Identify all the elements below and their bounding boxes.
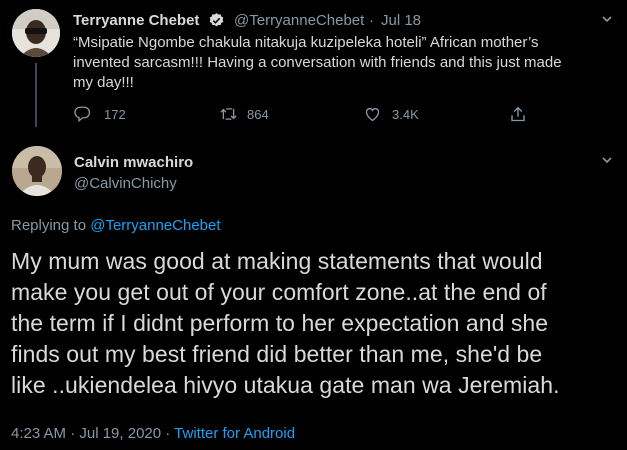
- main-avatar[interactable]: [12, 146, 62, 196]
- main-tweet: Calvin mwachiro @CalvinChichy Replying t…: [0, 130, 627, 450]
- parent-tweet[interactable]: Terryanne Chebet @TerryanneChebet · Jul …: [0, 0, 627, 130]
- thread-line: [35, 63, 37, 127]
- parent-handle[interactable]: @TerryanneChebet: [234, 12, 364, 29]
- verified-badge-icon: [208, 12, 225, 29]
- parent-text-line: invented sarcasm!!! Having a conversatio…: [73, 54, 562, 71]
- parent-actions: 172 864 3.4K: [73, 104, 613, 126]
- main-text-line: My mum was good at making statements tha…: [11, 248, 543, 274]
- retweet-count: 864: [247, 107, 269, 122]
- replying-to: Replying to @TerryanneChebet: [11, 217, 221, 234]
- meta-dot: ·: [161, 425, 175, 442]
- replying-prefix: Replying to: [11, 217, 91, 234]
- main-handle[interactable]: @CalvinChichy: [74, 175, 177, 192]
- chevron-down-icon[interactable]: [601, 14, 613, 24]
- main-author-name[interactable]: Calvin mwachiro: [74, 154, 193, 171]
- tweet-source[interactable]: Twitter for Android: [174, 425, 295, 442]
- chevron-down-icon[interactable]: [601, 155, 613, 165]
- parent-text-line: my day!!!: [73, 74, 134, 91]
- retweet-icon: [219, 105, 238, 123]
- tweet-meta: 4:23 AM · Jul 19, 2020 · Twitter for And…: [11, 425, 295, 442]
- main-text-line: like ..ukiendelea hivyo utakua gate man …: [11, 372, 560, 398]
- timestamp[interactable]: 4:23 AM · Jul 19, 2020: [11, 425, 161, 442]
- main-text-line: make you get out of your comfort zone..a…: [11, 279, 547, 305]
- parent-date[interactable]: Jul 18: [381, 12, 421, 29]
- replying-to-link[interactable]: @TerryanneChebet: [90, 217, 220, 234]
- reply-count: 172: [104, 107, 126, 122]
- parent-text-line: “Msipatie Ngombe chakula nitakuja kuzipe…: [73, 34, 539, 51]
- main-tweet-text: My mum was good at making statements tha…: [11, 246, 621, 401]
- parent-avatar[interactable]: [12, 9, 60, 57]
- main-text-line: finds out my best friend did better than…: [11, 341, 543, 367]
- share-icon: [509, 105, 527, 124]
- parent-tweet-text: “Msipatie Ngombe chakula nitakuja kuzipe…: [73, 33, 618, 93]
- main-text-line: the term if I didnt perform to her expec…: [11, 310, 549, 336]
- heart-icon: [363, 105, 382, 123]
- like-count: 3.4K: [392, 107, 419, 122]
- parent-author-name[interactable]: Terryanne Chebet: [73, 12, 199, 29]
- reply-icon: [73, 105, 91, 123]
- parent-separator: ·: [369, 12, 374, 29]
